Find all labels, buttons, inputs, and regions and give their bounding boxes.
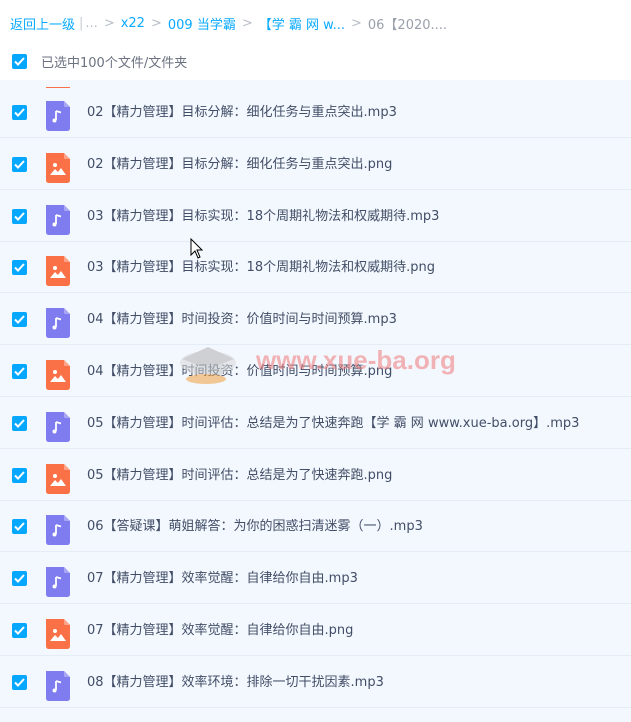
image-file-icon xyxy=(46,256,70,290)
selection-bar: 已选中100个文件/文件夹 xyxy=(0,46,631,76)
file-name[interactable]: 04【精力管理】时间投资：价值时间与时间预算.png xyxy=(87,347,392,397)
file-row[interactable]: 07【精力管理】效率觉醒：自律给你自由.png xyxy=(0,606,631,656)
file-row[interactable]: 05【精力管理】时间评估：总结是为了快速奔跑【学 霸 网 www.xue-ba.… xyxy=(0,398,631,449)
file-name[interactable]: 03【精力管理】目标实现：18个周期礼物法和权威期待.png xyxy=(87,243,435,293)
image-file-icon xyxy=(46,152,70,187)
check-icon xyxy=(14,315,25,325)
image-file-icon xyxy=(46,463,70,498)
file-checkbox[interactable] xyxy=(12,260,27,276)
check-icon xyxy=(14,470,25,480)
check-icon xyxy=(14,574,25,584)
file-checkbox[interactable] xyxy=(12,364,27,379)
audio-file-icon xyxy=(46,567,70,601)
breadcrumb-ellipsis[interactable]: ... xyxy=(85,16,97,31)
audio-file-icon xyxy=(46,101,70,135)
check-icon xyxy=(14,419,25,428)
file-name[interactable]: 02【精力管理】目标分解：细化任务与重点突出.mp3 xyxy=(87,88,397,138)
file-checkbox[interactable] xyxy=(12,415,27,431)
file-checkbox[interactable] xyxy=(12,312,27,328)
check-icon xyxy=(14,108,25,117)
audio-file-icon xyxy=(46,670,70,705)
breadcrumb-separator: > xyxy=(150,15,162,31)
file-checkbox[interactable] xyxy=(12,467,27,483)
file-row[interactable]: 07【精力管理】效率觉醒：自律给你自由.mp3 xyxy=(0,554,631,605)
image-file-icon xyxy=(46,619,70,653)
audio-file-icon xyxy=(46,411,70,446)
check-icon xyxy=(14,626,25,635)
file-checkbox[interactable] xyxy=(12,156,27,172)
breadcrumb-separator: > xyxy=(350,15,362,31)
file-row[interactable]: 04【精力管理】时间投资：价值时间与时间预算.png xyxy=(0,347,631,397)
file-checkbox[interactable] xyxy=(12,208,27,224)
file-row[interactable]: 08【精力管理】效率环境：排除一切干扰因素.mp3 xyxy=(0,657,631,708)
breadcrumb-item-xueba[interactable]: 【学 霸 网 w... xyxy=(259,14,345,33)
file-row[interactable]: 02【精力管理】目标分解：细化任务与重点突出.png xyxy=(0,139,631,190)
file-name[interactable]: 07【精力管理】效率觉醒：自律给你自由.png xyxy=(87,606,353,656)
check-icon xyxy=(14,263,25,273)
breadcrumb-separator: > xyxy=(103,15,115,31)
file-row[interactable]: 03【精力管理】目标实现：18个周期礼物法和权威期待.png xyxy=(0,243,631,294)
file-row[interactable]: 02【精力管理】目标分解：细化任务与重点突出.mp3 xyxy=(0,88,631,138)
file-checkbox[interactable] xyxy=(12,571,27,587)
breadcrumb-divider: | xyxy=(79,15,84,31)
audio-file-icon xyxy=(46,204,70,239)
breadcrumb-separator: > xyxy=(241,15,253,31)
file-name[interactable]: 02【精力管理】目标分解：细化任务与重点突出.png xyxy=(87,140,392,190)
file-name[interactable]: 04【精力管理】时间投资：价值时间与时间预算.mp3 xyxy=(87,295,397,345)
audio-file-icon xyxy=(46,515,70,549)
breadcrumb: 返回上一级 | ... > x22 > 009 当学霸 > 【学 霸 网 w..… xyxy=(0,0,631,46)
breadcrumb-item-x22[interactable]: x22 xyxy=(121,16,145,31)
back-link[interactable]: 返回上一级 xyxy=(10,14,75,33)
file-row[interactable]: 04【精力管理】时间投资：价值时间与时间预算.mp3 xyxy=(0,295,631,346)
file-checkbox[interactable] xyxy=(12,674,27,690)
check-icon xyxy=(14,522,25,532)
file-name[interactable]: 07【精力管理】效率觉醒：自律给你自由.mp3 xyxy=(87,554,358,604)
mouse-cursor-icon xyxy=(190,238,204,259)
selection-count: 已选中100个文件/文件夹 xyxy=(41,55,188,71)
check-icon xyxy=(14,56,25,66)
file-row[interactable]: 06【答疑课】萌姐解答：为你的困惑扫清迷雾（一）.mp3 xyxy=(0,502,631,553)
file-checkbox[interactable] xyxy=(12,519,27,535)
check-icon xyxy=(14,367,25,376)
file-name[interactable]: 03【精力管理】目标实现：18个周期礼物法和权威期待.mp3 xyxy=(87,192,439,242)
file-name[interactable]: 05【精力管理】时间评估：总结是为了快速奔跑.png xyxy=(87,451,392,501)
file-name[interactable]: 06【答疑课】萌姐解答：为你的困惑扫清迷雾（一）.mp3 xyxy=(87,502,423,552)
check-icon xyxy=(14,211,25,221)
file-list[interactable]: 02【精力管理】目标分解：细化任务与重点突出.mp3 02【精力管理】目标分解：细… xyxy=(0,80,631,722)
select-all-checkbox[interactable] xyxy=(12,53,27,69)
file-name[interactable]: 08【精力管理】效率环境：排除一切干扰因素.mp3 xyxy=(87,658,384,708)
check-icon xyxy=(14,160,25,169)
breadcrumb-current: 06【2020.... xyxy=(367,17,448,33)
file-checkbox[interactable] xyxy=(12,623,27,638)
file-checkbox[interactable] xyxy=(12,105,27,120)
image-file-icon xyxy=(46,360,70,394)
breadcrumb-item-009[interactable]: 009 当学霸 xyxy=(168,14,236,33)
file-row[interactable]: 05【精力管理】时间评估：总结是为了快速奔跑.png xyxy=(0,450,631,501)
file-row[interactable]: 03【精力管理】目标实现：18个周期礼物法和权威期待.mp3 xyxy=(0,191,631,242)
check-icon xyxy=(14,678,25,687)
file-name[interactable]: 05【精力管理】时间评估：总结是为了快速奔跑【学 霸 网 www.xue-ba.… xyxy=(87,399,579,449)
audio-file-icon xyxy=(46,308,70,342)
